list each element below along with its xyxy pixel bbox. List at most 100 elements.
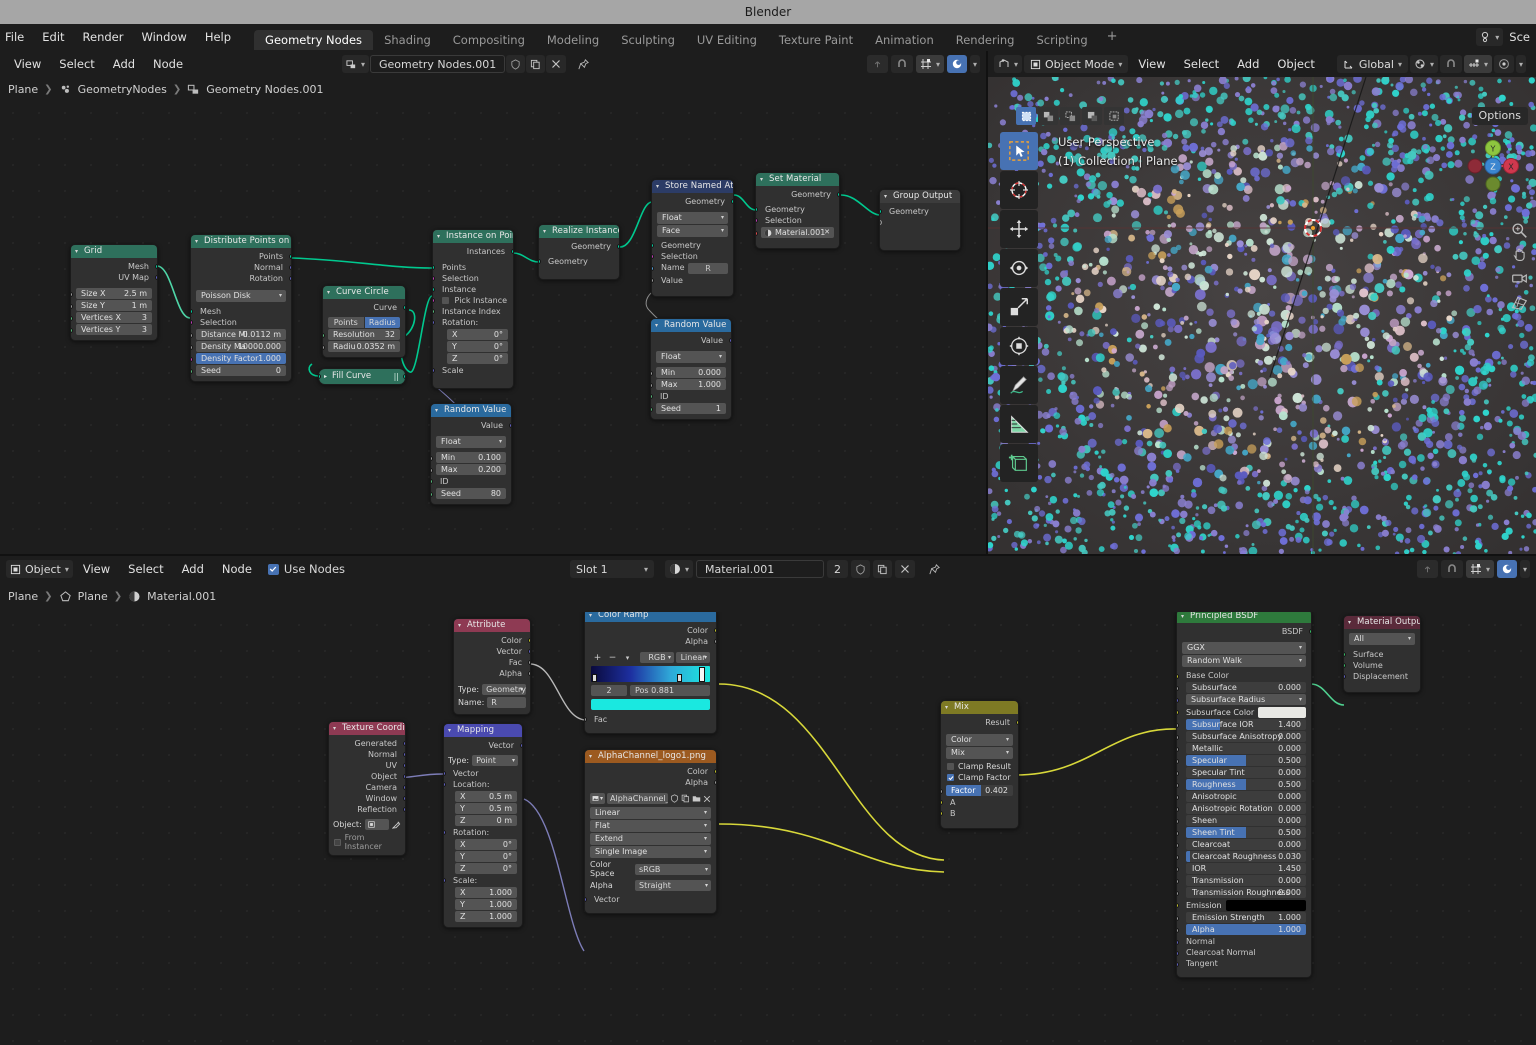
socket-subsurface[interactable] xyxy=(1177,686,1179,691)
output-geometry[interactable]: Geometry xyxy=(539,241,619,252)
field-resolution[interactable]: Resolution 32 xyxy=(328,329,400,340)
from-instancer-toggle[interactable]: From Instancer xyxy=(329,830,405,851)
output-value[interactable]: Value xyxy=(651,335,731,346)
tool-measure[interactable] xyxy=(1000,405,1038,443)
input-scale[interactable]: Scale xyxy=(433,365,513,376)
extension-dropdown[interactable]: Extend xyxy=(590,833,711,845)
input-geometry[interactable]: Geometry xyxy=(652,240,733,251)
object-picker[interactable] xyxy=(364,819,389,830)
output-value[interactable]: Value xyxy=(431,420,511,431)
zoom-icon[interactable] xyxy=(1511,222,1528,239)
socket-anisotropic[interactable] xyxy=(1177,795,1179,800)
image-browse-button[interactable]: ▾ xyxy=(590,793,606,804)
material-users-count[interactable]: 2 xyxy=(827,560,849,578)
eyedropper-icon[interactable] xyxy=(392,820,401,829)
geo-menu-add[interactable]: Add xyxy=(105,51,143,77)
prop-clearcoat[interactable]: Clearcoat 0.000 xyxy=(1186,839,1306,850)
socket-transmission-roughness[interactable] xyxy=(1177,891,1179,896)
prop-subsurface-ior[interactable]: Subsurface IOR 1.400 xyxy=(1186,719,1306,730)
ramp-stop-2-active[interactable] xyxy=(699,667,705,682)
prop-specular[interactable]: Specular 0.500 xyxy=(1186,755,1306,766)
node-fill-curve[interactable]: ▸ Fill Curve || xyxy=(318,368,406,385)
socket-clearcoat[interactable] xyxy=(1177,843,1179,848)
socket-specular-tint[interactable] xyxy=(1177,771,1179,776)
node-mix[interactable]: Mix Result Color Mix Clamp Result Clamp xyxy=(940,700,1019,829)
prop-anisotropic-rotation[interactable]: Anisotropic Rotation 0.000 xyxy=(1186,803,1306,814)
socket-subsurface-anisotropy[interactable] xyxy=(1177,735,1179,740)
geo-menu-select[interactable]: Select xyxy=(51,51,102,77)
shader-node-canvas[interactable]: Texture Coordinate Generated Normal UV O… xyxy=(0,612,1536,1045)
field-distance-min[interactable]: Distance Mi 0.0112 m xyxy=(196,329,286,340)
input-location[interactable]: Location: xyxy=(444,779,522,790)
field-scale-z[interactable]: Z 1.000 xyxy=(455,911,517,922)
pin-button[interactable] xyxy=(928,563,941,576)
node-instance-on-points[interactable]: Instance on Points Instances Points Sele… xyxy=(432,229,514,389)
socket-subsurface-radius[interactable] xyxy=(1177,698,1179,703)
menu-help[interactable]: Help xyxy=(196,24,240,50)
socket-sheen[interactable] xyxy=(1177,819,1179,824)
add-workspace-button[interactable]: + xyxy=(1099,24,1126,50)
field-radius[interactable]: Radiu 0.0352 m xyxy=(328,341,400,352)
breadcrumb-object[interactable]: Plane xyxy=(8,590,38,603)
field-scale-x[interactable]: X 1.000 xyxy=(455,887,517,898)
field-density-max[interactable]: Density Ma 10000.000 xyxy=(196,341,286,352)
geo-menu-node[interactable]: Node xyxy=(145,51,191,77)
parent-nodetree-button[interactable] xyxy=(866,55,888,73)
navigation-gizmo[interactable]: Y X Z xyxy=(1464,137,1522,195)
input-selection[interactable]: Selection xyxy=(652,251,733,262)
field-factor[interactable]: Factor 0.402 xyxy=(946,785,1013,796)
close-icon[interactable] xyxy=(703,795,711,803)
field-vertices-y[interactable]: Vertices Y3 xyxy=(76,324,152,335)
prop-sheen-tint[interactable]: Sheen Tint 0.500 xyxy=(1186,827,1306,838)
output-mesh[interactable]: Mesh xyxy=(71,261,157,272)
socket-alpha[interactable] xyxy=(1177,928,1179,933)
attribute-name-field[interactable]: R xyxy=(487,697,526,708)
domain-dropdown[interactable]: Face xyxy=(657,225,728,237)
camera-icon[interactable] xyxy=(1511,270,1528,287)
snap-target-selector[interactable]: ▾ xyxy=(915,55,944,73)
data-type-dropdown[interactable]: Float xyxy=(436,436,506,448)
prop-emission[interactable]: Emission xyxy=(1177,899,1311,911)
ramp-index-field[interactable]: 2 xyxy=(591,685,627,696)
breadcrumb-object[interactable]: Plane xyxy=(8,83,38,96)
unlink-material-button[interactable] xyxy=(895,560,916,578)
copy-icon[interactable] xyxy=(681,794,690,803)
field-min[interactable]: Min 0.000 xyxy=(656,367,726,378)
sh-menu-add[interactable]: Add xyxy=(174,556,212,582)
breadcrumb-material[interactable]: Material.001 xyxy=(147,590,216,603)
field-name-value[interactable]: R xyxy=(688,263,728,274)
tab-sculpting[interactable]: Sculpting xyxy=(610,30,686,50)
prop-anisotropic[interactable]: Anisotropic 0.000 xyxy=(1186,791,1306,802)
tab-compositing[interactable]: Compositing xyxy=(442,30,536,50)
input-instance[interactable]: Instance xyxy=(433,284,513,295)
tab-uv-editing[interactable]: UV Editing xyxy=(686,30,768,50)
overlays-dropdown[interactable]: ▾ xyxy=(1519,560,1530,578)
output-fac[interactable]: Fac xyxy=(454,657,530,668)
prop-normal[interactable]: Normal xyxy=(1177,936,1311,947)
output-geometry[interactable]: Geometry xyxy=(652,196,733,207)
field-vertices-x[interactable]: Vertices X3 xyxy=(76,312,152,323)
input-name[interactable]: Name R xyxy=(652,262,733,275)
prop-subsurface-color[interactable]: Subsurface Color xyxy=(1177,706,1311,718)
input-selection[interactable]: Selection xyxy=(191,317,291,328)
socket-transmission[interactable] xyxy=(1177,879,1179,884)
field-material[interactable]: Material.001 ✕ xyxy=(761,227,834,238)
viewport-options-button[interactable]: Options xyxy=(1471,107,1528,125)
output-vector[interactable]: Vector xyxy=(454,646,530,657)
scene-selector[interactable]: ▾ xyxy=(1476,28,1504,46)
field-rotation-x[interactable]: X 0° xyxy=(455,839,517,850)
data-type-dropdown[interactable]: Float xyxy=(657,212,728,224)
output-rotation[interactable]: Rotation xyxy=(191,273,291,284)
blend-mode-dropdown[interactable]: Mix xyxy=(946,747,1013,759)
distribute-method-dropdown[interactable]: Poisson Disk xyxy=(196,290,286,302)
select-box-button[interactable] xyxy=(1016,107,1036,125)
socket-specular[interactable] xyxy=(1177,759,1179,764)
source-dropdown[interactable]: Single Image xyxy=(590,846,711,858)
output-uvmap[interactable]: UV Map xyxy=(71,272,157,283)
snap-increment-selector[interactable]: ▾ xyxy=(1463,55,1492,73)
node-image-texture[interactable]: AlphaChannel_logo1.png Color Alpha ▾ Alp… xyxy=(584,749,717,914)
input-b[interactable]: B xyxy=(941,808,1018,819)
field-density-factor[interactable]: Density Factor 1.000 xyxy=(196,353,286,364)
shield-icon[interactable] xyxy=(670,794,679,803)
fake-user-button[interactable] xyxy=(506,55,526,73)
